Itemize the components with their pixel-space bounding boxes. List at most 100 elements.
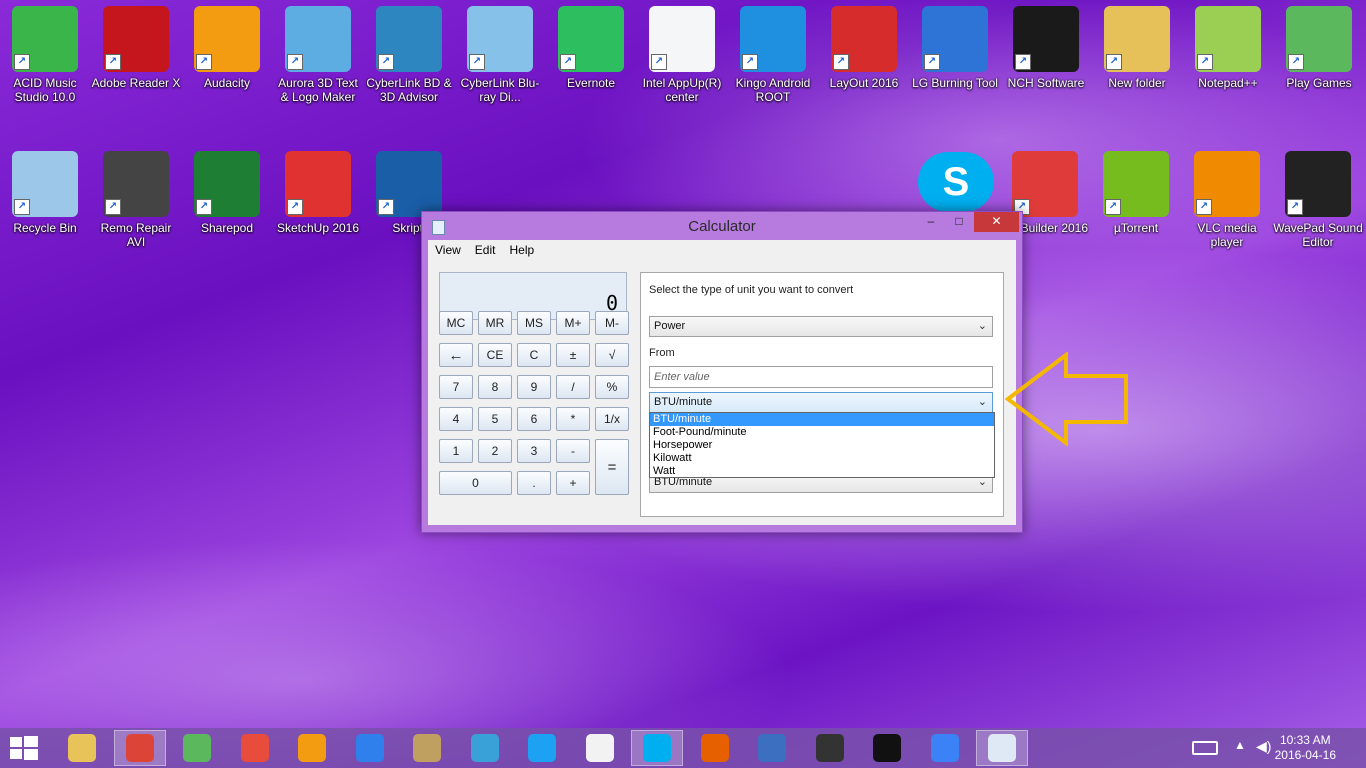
calc-key-row3-3[interactable]: / xyxy=(556,375,590,399)
desktop-icon[interactable]: ↗ NCH Software xyxy=(1001,0,1091,90)
taskbar-app[interactable] xyxy=(286,730,338,766)
windows-start-icon[interactable] xyxy=(10,736,38,760)
taskbar-app[interactable] xyxy=(113,730,166,766)
menu-view[interactable]: View xyxy=(428,240,468,262)
desktop-icon[interactable]: ↗ µTorrent xyxy=(1091,145,1181,235)
desktop-icon[interactable]: ↗ Intel AppUp(R) center xyxy=(637,0,727,104)
calc-key-row2-3[interactable]: ± xyxy=(556,343,590,367)
calc-key-row4-0[interactable]: 4 xyxy=(439,407,473,431)
calc-key-row5-3[interactable]: - xyxy=(556,439,590,463)
taskbar-app[interactable] xyxy=(56,730,108,766)
calc-key-row3-0[interactable]: 7 xyxy=(439,375,473,399)
skripti-icon: ↗ xyxy=(376,151,442,217)
taskbar-app[interactable] xyxy=(401,730,453,766)
desktop-icon[interactable]: ↗ Audacity xyxy=(182,0,272,90)
taskbar-app[interactable] xyxy=(344,730,396,766)
menu-help[interactable]: Help xyxy=(502,240,541,262)
calc-key-row2-2[interactable]: C xyxy=(517,343,551,367)
desktop-icon[interactable]: ↗ Adobe Reader X xyxy=(91,0,181,90)
menu-edit[interactable]: Edit xyxy=(468,240,503,262)
calc-key-row5-2[interactable]: 3 xyxy=(517,439,551,463)
taskbar-app[interactable] xyxy=(516,730,568,766)
desktop-icon[interactable]: ↗ Kingo Android ROOT xyxy=(728,0,818,104)
from-value-input[interactable]: Enter value xyxy=(649,366,993,388)
taskbar-app[interactable] xyxy=(229,730,281,766)
calc-key-row4-3[interactable]: * xyxy=(556,407,590,431)
calc-key-row3-4[interactable]: % xyxy=(595,375,629,399)
equals-button[interactable]: = xyxy=(595,439,629,495)
unit-type-select[interactable]: Power ⌄ xyxy=(649,316,993,337)
desktop-icon-label: Intel AppUp(R) center xyxy=(642,76,722,104)
calc-key-row5-1[interactable]: 2 xyxy=(478,439,512,463)
calc-key-row4-4[interactable]: 1/x xyxy=(595,407,629,431)
minimize-button[interactable]: – xyxy=(918,212,944,232)
calc-key-memory_buttons-4[interactable]: M- xyxy=(595,311,629,335)
desktop-icon[interactable]: ↗ LG Burning Tool xyxy=(910,0,1000,90)
dropdown-option[interactable]: Watt xyxy=(650,465,994,478)
film-strip-icon xyxy=(470,734,499,762)
system-clock[interactable]: 10:33 AM 2016-04-16 xyxy=(1275,733,1336,763)
desktop-icon[interactable]: ↗ SketchUp 2016 xyxy=(273,145,363,235)
desktop-icon[interactable]: ↗ Play Games xyxy=(1274,0,1364,90)
close-button[interactable]: ✕ xyxy=(974,212,1019,232)
chevron-up-icon[interactable]: ▲ xyxy=(1234,738,1246,752)
dropdown-option[interactable]: Horsepower xyxy=(650,439,994,452)
dropdown-option[interactable]: Foot-Pound/minute xyxy=(650,426,994,439)
volume-icon[interactable]: ◀) xyxy=(1256,738,1271,755)
calc-key-row2-1[interactable]: CE xyxy=(478,343,512,367)
calc-key-row2-0[interactable]: ← xyxy=(439,343,473,367)
taskbar-app[interactable] xyxy=(574,730,626,766)
dropdown-option[interactable]: BTU/minute xyxy=(650,413,994,426)
taskbar-app[interactable] xyxy=(919,730,971,766)
calc-key-row4-2[interactable]: 6 xyxy=(517,407,551,431)
taskbar-app[interactable] xyxy=(171,730,223,766)
maximize-button[interactable]: □ xyxy=(946,212,972,232)
bird-app-icon xyxy=(528,734,556,762)
desktop-icon[interactable]: ↗ Aurora 3D Text & Logo Maker xyxy=(273,0,363,104)
calc-key-row6-0[interactable]: 0 xyxy=(439,471,512,495)
desktop-icon-label: Play Games xyxy=(1286,76,1352,90)
calc-key-row3-2[interactable]: 9 xyxy=(517,375,551,399)
calc-key-memory_buttons-2[interactable]: MS xyxy=(517,311,551,335)
from-unit-select[interactable]: BTU/minute ⌄ xyxy=(649,392,993,413)
calc-key-memory_buttons-3[interactable]: M+ xyxy=(556,311,590,335)
taskbar-app[interactable] xyxy=(689,730,741,766)
calc-key-row6-1[interactable]: . xyxy=(517,471,551,495)
desktop-icon[interactable]: ↗ LayOut 2016 xyxy=(819,0,909,90)
calc-key-row2-4[interactable]: √ xyxy=(595,343,629,367)
desktop-icon[interactable]: ↗ Notepad++ xyxy=(1183,0,1273,90)
desktop-icon[interactable]: ↗ New folder xyxy=(1092,0,1182,90)
calc-key-row3-1[interactable]: 8 xyxy=(478,375,512,399)
skype-desktop-icon[interactable]: S xyxy=(918,152,994,212)
calc-key-row5-0[interactable]: 1 xyxy=(439,439,473,463)
itunes-icon xyxy=(585,734,614,762)
desktop-icon[interactable]: ↗ Evernote xyxy=(546,0,636,90)
style-builder-icon: ↗ xyxy=(1012,151,1078,217)
calc-key-memory_buttons-1[interactable]: MR xyxy=(478,311,512,335)
taskbar-app[interactable] xyxy=(746,730,798,766)
desktop-icon[interactable]: ↗ Sharepod xyxy=(182,145,272,235)
desktop-icon[interactable]: ↗ Recycle Bin xyxy=(0,145,90,235)
dropdown-option[interactable]: Kilowatt xyxy=(650,452,994,465)
vlc-icon: ↗ xyxy=(1194,151,1260,217)
title-bar[interactable]: Calculator – □ ✕ xyxy=(422,212,1022,240)
shortcut-arrow-icon: ↗ xyxy=(14,54,30,70)
calc-key-memory_buttons-0[interactable]: MC xyxy=(439,311,473,335)
desktop-icon[interactable]: ↗ CyberLink BD & 3D Advisor xyxy=(364,0,454,104)
calc-key-row4-1[interactable]: 5 xyxy=(478,407,512,431)
desktop-icon[interactable]: ↗ Remo Repair AVI xyxy=(91,145,181,249)
sharepod-icon: ↗ xyxy=(194,151,260,217)
desktop-icon[interactable]: ↗ ACID Music Studio 10.0 xyxy=(0,0,90,104)
desktop-icon[interactable]: ↗ WavePad Sound Editor xyxy=(1273,145,1363,249)
taskbar-app[interactable] xyxy=(459,730,511,766)
taskbar-app[interactable] xyxy=(976,730,1028,766)
desktop-icon[interactable]: ↗ CyberLink Blu-ray Di... xyxy=(455,0,545,104)
keyboard-icon[interactable] xyxy=(1192,741,1218,755)
desktop-icon[interactable]: ↗ VLC media player xyxy=(1182,145,1272,249)
taskbar-app[interactable] xyxy=(804,730,856,766)
calc-key-row6-2[interactable]: + xyxy=(556,471,590,495)
taskbar-app[interactable] xyxy=(861,730,913,766)
taskbar-app[interactable] xyxy=(631,730,683,766)
desktop-icon-label: CyberLink Blu-ray Di... xyxy=(460,76,540,104)
malwarebytes-icon xyxy=(355,734,384,762)
